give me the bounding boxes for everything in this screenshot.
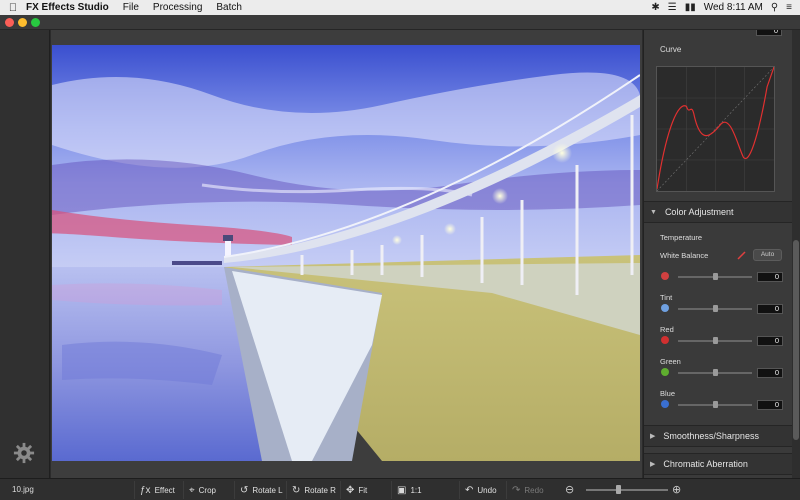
temperature-label: Temperature (660, 233, 703, 242)
temperature-slider-knob[interactable] (712, 273, 718, 280)
green-slider-knob[interactable] (712, 369, 718, 376)
app-menu[interactable]: FX Effects Studio (26, 2, 109, 13)
redo-button[interactable]: ↷ Redo (506, 481, 549, 499)
blue-slider-knob[interactable] (712, 401, 718, 408)
adjustments-panel: 0 Curve ▼ Color Adjustment Temperature W… (643, 30, 800, 478)
smoothness-sharpness-header[interactable]: ▶ Smoothness/Sharpness (644, 425, 793, 447)
redo-icon: ↷ (512, 484, 521, 496)
white-balance-label: White Balance (660, 251, 709, 260)
tint-label: Tint (660, 293, 673, 302)
blue-value-field[interactable]: 0 (757, 400, 783, 410)
bottom-toolbar: 10.jpg ƒx Effect ⌖ Crop ↺ Rotate L ↻ Rot… (0, 478, 800, 500)
tint-value-field[interactable]: 0 (757, 304, 783, 314)
fit-button[interactable]: ✥ Fit (340, 481, 372, 499)
menu-processing[interactable]: Processing (153, 2, 202, 13)
eyedropper-icon[interactable] (737, 250, 747, 260)
color-adjustment-header[interactable]: ▼ Color Adjustment (644, 201, 793, 223)
rotate-left-icon: ↺ (240, 484, 249, 496)
close-window-button[interactable] (5, 18, 14, 27)
fit-label: Fit (358, 485, 368, 495)
actual-size-button[interactable]: ▣ 1:1 (391, 481, 427, 499)
menu-batch[interactable]: Batch (216, 2, 242, 13)
apple-icon[interactable]:  (0, 2, 26, 14)
fx-icon: ƒx (140, 484, 151, 496)
temperature-slider[interactable] (678, 273, 752, 280)
crop-button[interactable]: ⌖ Crop (183, 481, 221, 499)
panel-scrollbar[interactable] (792, 30, 800, 478)
panel-scrollbar-thumb[interactable] (793, 240, 799, 440)
zoom-slider-knob[interactable] (616, 485, 622, 494)
auto-white-balance-button[interactable]: Auto (753, 249, 782, 261)
green-swatch-icon (661, 368, 669, 376)
temperature-value-field[interactable]: 0 (757, 272, 783, 282)
rotate-left-label: Rotate L (252, 485, 283, 495)
tint-slider[interactable] (678, 305, 752, 312)
color-adjustment-title: Color Adjustment (664, 207, 734, 217)
blue-swatch-icon (661, 400, 669, 408)
menu-clock[interactable]: Wed 8:11 AM (704, 2, 763, 13)
red-slider-knob[interactable] (712, 337, 718, 344)
green-value-field[interactable]: 0 (757, 368, 783, 378)
undo-button[interactable]: ↶ Undo (459, 481, 502, 499)
search-icon[interactable]: ⚲ (771, 2, 778, 13)
blue-label: Blue (660, 389, 676, 398)
curve-editor[interactable] (656, 66, 775, 192)
window-titlebar (0, 15, 800, 30)
minimize-window-button[interactable] (18, 18, 27, 27)
fit-arrows-icon: ✥ (346, 484, 355, 496)
blue-slider[interactable] (678, 401, 752, 408)
zoom-in-icon[interactable]: ⊕ (672, 483, 681, 496)
top-value-field[interactable]: 0 (756, 30, 782, 36)
crop-label: Crop (198, 485, 216, 495)
temperature-swatch-icon (661, 272, 669, 280)
red-label: Red (660, 325, 674, 334)
expand-triangle-icon: ▶ (650, 433, 656, 440)
chromatic-aberration-title: Chromatic Aberration (663, 459, 748, 469)
chromatic-aberration-header[interactable]: ▶ Chromatic Aberration (644, 453, 793, 475)
battery-icon[interactable]: ▮▮ (685, 2, 696, 13)
effect-button[interactable]: ƒx Effect (134, 481, 180, 499)
smoothness-sharpness-title: Smoothness/Sharpness (663, 431, 759, 441)
file-name: 10.jpg (12, 485, 34, 494)
redo-label: Redo (524, 485, 544, 495)
green-label: Green (660, 357, 681, 366)
bluetooth-icon[interactable]: ✱ (651, 2, 659, 13)
rotate-right-button[interactable]: ↻ Rotate R (286, 481, 341, 499)
green-slider[interactable] (678, 369, 752, 376)
status-area: ✱ ☰ ▮▮ Wed 8:11 AM ⚲ ≡ (651, 2, 800, 13)
red-swatch-icon (661, 336, 669, 344)
rotate-right-label: Rotate R (304, 485, 336, 495)
actual-size-icon: ▣ (397, 484, 407, 496)
undo-icon: ↶ (465, 484, 474, 496)
curve-label: Curve (660, 45, 682, 54)
wifi-icon[interactable]: ☰ (668, 2, 677, 13)
rotate-left-button[interactable]: ↺ Rotate L (234, 481, 288, 499)
list-icon[interactable]: ≡ (786, 2, 792, 13)
edited-photo[interactable] (52, 45, 640, 461)
effect-label: Effect (154, 485, 175, 495)
image-canvas[interactable] (51, 30, 642, 478)
zoom-out-icon[interactable]: ⊖ (565, 483, 574, 496)
actual-size-label: 1:1 (410, 485, 422, 495)
zoom-window-button[interactable] (31, 18, 40, 27)
rotate-right-icon: ↻ (292, 484, 301, 496)
menu-bar:  FX Effects Studio File Processing Batc… (0, 0, 800, 15)
tint-slider-knob[interactable] (712, 305, 718, 312)
crop-icon: ⌖ (189, 484, 195, 496)
undo-label: Undo (477, 485, 497, 495)
menu-file[interactable]: File (123, 2, 139, 13)
zoom-slider[interactable] (586, 489, 668, 491)
left-rail (0, 30, 50, 478)
tint-swatch-icon (661, 304, 669, 312)
settings-gear-icon[interactable] (13, 442, 35, 464)
expand-triangle-icon: ▶ (650, 461, 656, 468)
collapse-triangle-icon: ▼ (650, 208, 657, 216)
red-value-field[interactable]: 0 (757, 336, 783, 346)
red-slider[interactable] (678, 337, 752, 344)
